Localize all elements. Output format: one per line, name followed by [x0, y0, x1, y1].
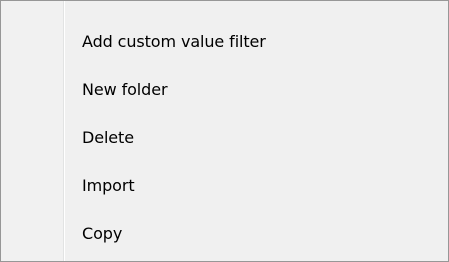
menu-item-new-folder[interactable]: New folder: [1, 66, 448, 114]
menu-item-label: Copy: [82, 224, 123, 243]
menu-item-delete[interactable]: Delete: [1, 114, 448, 162]
menu-item-label: Delete: [82, 128, 134, 147]
menu-item-import[interactable]: Import: [1, 162, 448, 210]
menu-item-label: New folder: [82, 80, 168, 99]
menu-item-label: Add custom value filter: [82, 32, 266, 51]
context-menu: Add custom value filter New folder Delet…: [0, 0, 449, 262]
menu-item-list: Add custom value filter New folder Delet…: [1, 22, 448, 258]
menu-item-copy[interactable]: Copy: [1, 210, 448, 258]
menu-item-add-custom-value-filter[interactable]: Add custom value filter: [1, 18, 448, 66]
menu-item-label: Import: [82, 176, 135, 195]
